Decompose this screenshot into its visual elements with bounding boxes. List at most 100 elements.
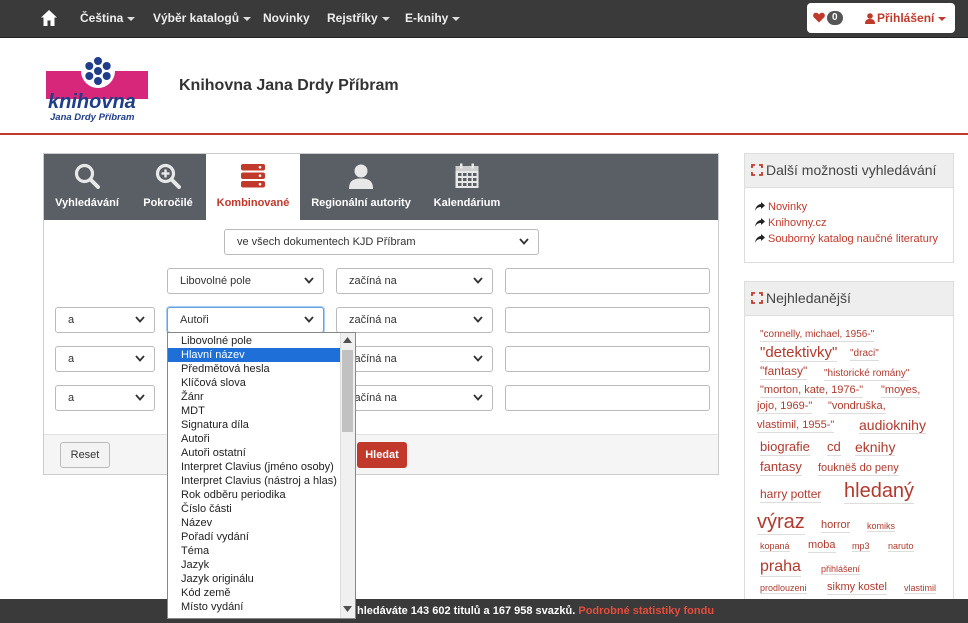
nav-indexes[interactable]: Rejstříky <box>327 0 390 38</box>
dropdown-option[interactable]: Jazyk <box>168 558 341 572</box>
dropdown-option[interactable]: Rok odběru periodika <box>168 488 341 502</box>
tab-combined[interactable]: Kombinované <box>206 154 300 220</box>
tag-link[interactable]: komiks <box>867 521 896 533</box>
operator-select-3[interactable]: a <box>55 346 155 372</box>
tag-link[interactable]: prodlouzeni <box>760 583 807 595</box>
tab-search[interactable]: Vyhledávání <box>44 154 130 220</box>
dropdown-option[interactable]: Kód země <box>168 586 341 600</box>
field-select-2[interactable]: Autoři <box>167 307 324 333</box>
user-icon <box>865 13 875 24</box>
tag-link[interactable]: audioknihy <box>859 417 926 435</box>
tag-link[interactable]: biografie <box>760 439 810 456</box>
search-button[interactable]: Hledat <box>357 442 407 468</box>
condition-select-3[interactable]: začíná na <box>336 346 493 372</box>
condition-select-2[interactable]: začíná na <box>336 307 493 333</box>
reset-button[interactable]: Reset <box>60 442 110 468</box>
dropdown-option[interactable]: Předmětová hesla <box>168 362 341 376</box>
dropdown-option[interactable]: Autoři <box>168 432 341 446</box>
dropdown-option[interactable]: Signatura díla <box>168 418 341 432</box>
nav-ebooks[interactable]: E-knihy <box>405 0 461 38</box>
tag-link[interactable]: vlastimil <box>904 583 937 595</box>
link-news[interactable]: Novinky <box>755 201 807 213</box>
tab-regional-authorities[interactable]: Regionální autority <box>300 154 422 220</box>
dropdown-option[interactable]: MDT <box>168 404 341 418</box>
detailed-stats-link[interactable]: Podrobné statistiky fondu <box>578 605 714 617</box>
tag-link[interactable]: výraz <box>757 511 805 535</box>
dropdown-option[interactable]: Libovolné pole <box>168 334 341 348</box>
dropdown-option[interactable]: Interpret Clavius (nástroj a hlas) <box>168 474 341 488</box>
tag-link[interactable]: naruto <box>888 541 914 553</box>
scrollbar-thumb[interactable] <box>342 350 353 432</box>
tag-link[interactable]: "detektivky" <box>760 344 838 363</box>
dropdown-option[interactable]: Autoři ostatní <box>168 446 341 460</box>
condition-select-4[interactable]: začíná na <box>336 385 493 411</box>
tag-link[interactable]: fantasy <box>760 459 802 476</box>
tag-link[interactable]: přihlášení <box>821 564 861 576</box>
user-box: 0 Přihlášení <box>807 3 955 33</box>
tag-link[interactable]: "historické romány" <box>824 368 910 381</box>
tag-link[interactable]: sikmy kostel <box>827 581 887 595</box>
chevron-down-icon <box>473 316 483 323</box>
dropdown-option[interactable]: Název <box>168 516 341 530</box>
dropdown-option[interactable]: Téma <box>168 544 341 558</box>
query-input-3[interactable] <box>505 346 710 372</box>
nav-language[interactable]: Čeština <box>80 0 136 38</box>
tag-link[interactable]: "draci" <box>850 348 879 361</box>
dropdown-scrollbar[interactable] <box>340 333 355 618</box>
scroll-down-icon[interactable] <box>343 606 352 612</box>
more-options-header: Další možnosti vyhledávání <box>745 154 953 188</box>
scope-select[interactable]: ve všech dokumentech KJD Příbram <box>224 229 539 255</box>
dropdown-option[interactable]: Číslo části <box>168 502 341 516</box>
tag-link[interactable]: "vondruška, <box>828 400 886 414</box>
home-icon[interactable] <box>40 9 58 27</box>
dropdown-option[interactable]: Místo vydání <box>168 600 341 614</box>
dropdown-option[interactable]: Jazyk originálu <box>168 572 341 586</box>
condition-select-1[interactable]: začíná na <box>336 268 493 294</box>
library-logo[interactable]: knihovna Jana Drdy Příbram <box>46 53 148 125</box>
tag-link[interactable]: "connelly, michael, 1956-" <box>760 329 875 342</box>
dropdown-option-highlighted[interactable]: Hlavní název <box>168 348 341 362</box>
dropdown-option[interactable]: Klíčová slova <box>168 376 341 390</box>
tag-link[interactable]: cd <box>827 439 841 456</box>
search-panel: Vyhledávání Pokročilé Kombinované Region… <box>43 153 719 475</box>
dropdown-option[interactable]: Pořadí vydání <box>168 530 341 544</box>
tag-link[interactable]: horror <box>821 519 851 533</box>
operator-select-4[interactable]: a <box>55 385 155 411</box>
heart-icon[interactable] <box>813 12 825 23</box>
scroll-up-icon[interactable] <box>343 337 352 343</box>
field-select-1[interactable]: Libovolné pole <box>167 268 324 294</box>
tag-link[interactable]: mp3 <box>852 541 870 553</box>
site-header: knihovna Jana Drdy Příbram Knihovna Jana… <box>0 39 968 135</box>
query-input-2[interactable] <box>505 307 710 333</box>
nav-catalog-select[interactable]: Výběr katalogů <box>153 0 252 38</box>
user-icon <box>349 164 373 189</box>
query-input-1[interactable] <box>505 268 710 294</box>
tag-link[interactable]: vlastimil, 1955-" <box>757 419 835 433</box>
dropdown-option[interactable]: Žánr <box>168 390 341 404</box>
tab-calendar[interactable]: Kalendárium <box>422 154 512 220</box>
chevron-down-icon <box>473 277 483 284</box>
link-union-catalog[interactable]: Souborný katalog naučné literatury <box>755 233 938 245</box>
calendar-icon <box>455 163 479 188</box>
tag-link[interactable]: harry potter <box>760 487 822 503</box>
dropdown-option[interactable]: Interpret Clavius (jméno osoby) <box>168 460 341 474</box>
tag-link[interactable]: "morton, kate, 1976-" <box>760 384 864 398</box>
tab-advanced[interactable]: Pokročilé <box>130 154 206 220</box>
tag-link[interactable]: kopaná <box>760 541 790 553</box>
tag-link[interactable]: "moyes, <box>881 384 921 398</box>
login-button[interactable]: Přihlášení <box>865 11 947 25</box>
link-knihovny-cz[interactable]: Knihovny.cz <box>755 217 827 229</box>
tag-link[interactable]: moba <box>808 539 836 553</box>
tag-link[interactable]: jojo, 1969-" <box>757 400 813 414</box>
tag-link[interactable]: "fantasy" <box>760 364 808 380</box>
operator-select-2[interactable]: a <box>55 307 155 333</box>
tag-link[interactable]: eknihy <box>855 439 896 457</box>
tag-link[interactable]: praha <box>760 558 801 578</box>
tag-link[interactable]: hledaný <box>844 480 915 504</box>
nav-news[interactable]: Novinky <box>263 0 310 38</box>
field-dropdown-list[interactable]: Libovolné pole Hlavní název Předmětová h… <box>167 332 356 619</box>
caret-down-icon <box>938 16 947 21</box>
zoom-plus-icon <box>155 163 181 189</box>
tag-link[interactable]: fouknëš do peny <box>818 462 899 476</box>
query-input-4[interactable] <box>505 385 710 411</box>
